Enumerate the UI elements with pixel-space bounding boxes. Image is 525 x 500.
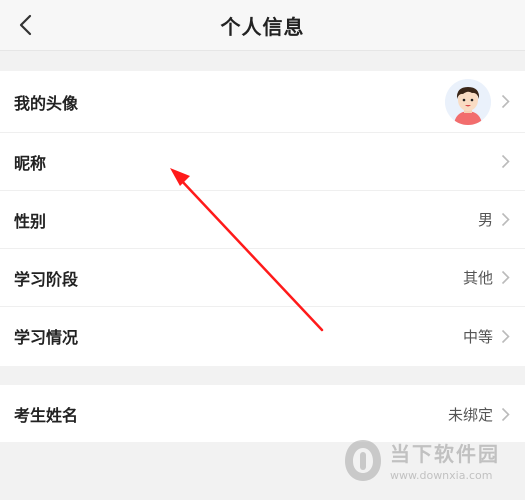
chevron-right-icon — [501, 270, 513, 286]
row-avatar[interactable]: 我的头像 — [0, 71, 525, 133]
row-label: 学习阶段 — [14, 269, 79, 289]
row-label: 我的头像 — [14, 93, 79, 113]
chevron-right-icon — [501, 212, 513, 228]
chevron-right-icon — [501, 406, 513, 422]
chevron-left-icon — [19, 14, 32, 36]
row-label: 考生姓名 — [14, 406, 79, 425]
watermark-name: 当下软件园 — [390, 442, 500, 466]
row-study-stage[interactable]: 学习阶段 其他 — [0, 249, 525, 307]
row-label: 昵称 — [14, 153, 47, 173]
chevron-right-icon — [501, 328, 513, 344]
row-value: 中等 — [462, 327, 493, 346]
row-nickname[interactable]: 昵称 — [0, 133, 525, 191]
logo-icon — [345, 440, 381, 481]
page-title: 个人信息 — [220, 14, 305, 39]
row-label: 性别 — [14, 211, 47, 231]
row-study-status[interactable]: 学习情况 中等 — [0, 307, 525, 365]
row-label: 学习情况 — [14, 328, 79, 347]
back-button[interactable] — [8, 8, 42, 42]
row-value: 未绑定 — [447, 405, 493, 424]
avatar — [445, 78, 491, 125]
app-header: 个人信息 — [0, 0, 525, 51]
row-value: 男 — [477, 211, 493, 229]
chevron-right-icon — [501, 94, 513, 110]
chevron-right-icon — [501, 154, 513, 170]
row-gender[interactable]: 性别 男 — [0, 191, 525, 249]
watermark-url: www.downxia.com — [390, 469, 493, 482]
profile-section: 我的头像 昵称 性别 男 学习阶段 其他 学习情况 中等 — [0, 71, 525, 366]
row-value: 其他 — [462, 269, 493, 287]
watermark: 当下软件园 www.downxia.com — [342, 430, 517, 490]
